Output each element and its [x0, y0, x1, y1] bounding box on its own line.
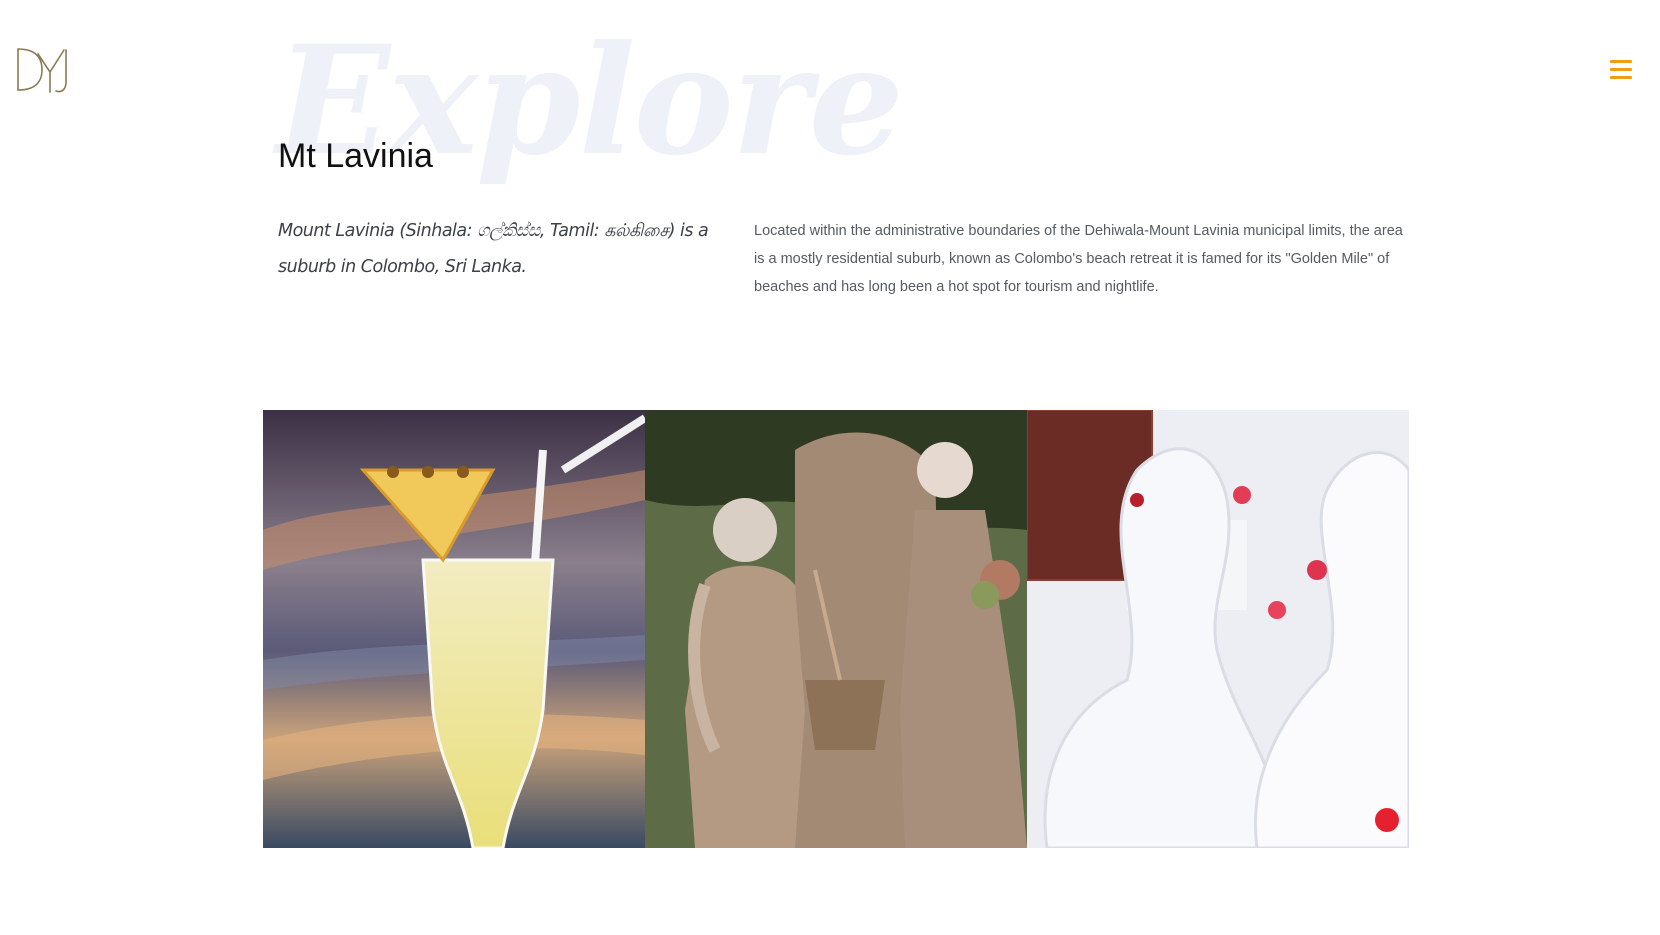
logo-monogram-icon [17, 48, 67, 93]
hamburger-menu-icon[interactable] [1610, 60, 1632, 80]
cocktail-photo-icon [263, 410, 645, 848]
intro-lead: Mount Lavinia (Sinhala: ගල්කිස්ස, Tamil:… [278, 221, 709, 277]
statue-photo-icon [645, 410, 1027, 848]
image-gallery [263, 410, 1409, 848]
gallery-image-towel-swans[interactable] [1027, 410, 1409, 848]
page-title: Mt Lavinia [278, 137, 433, 175]
gallery-image-statues[interactable] [645, 410, 1027, 848]
gallery-image-cocktail[interactable] [263, 410, 645, 848]
towel-swan-photo-icon [1027, 410, 1409, 848]
brand-logo[interactable] [16, 46, 74, 96]
intro-description: Located within the administrative bounda… [754, 223, 1403, 295]
